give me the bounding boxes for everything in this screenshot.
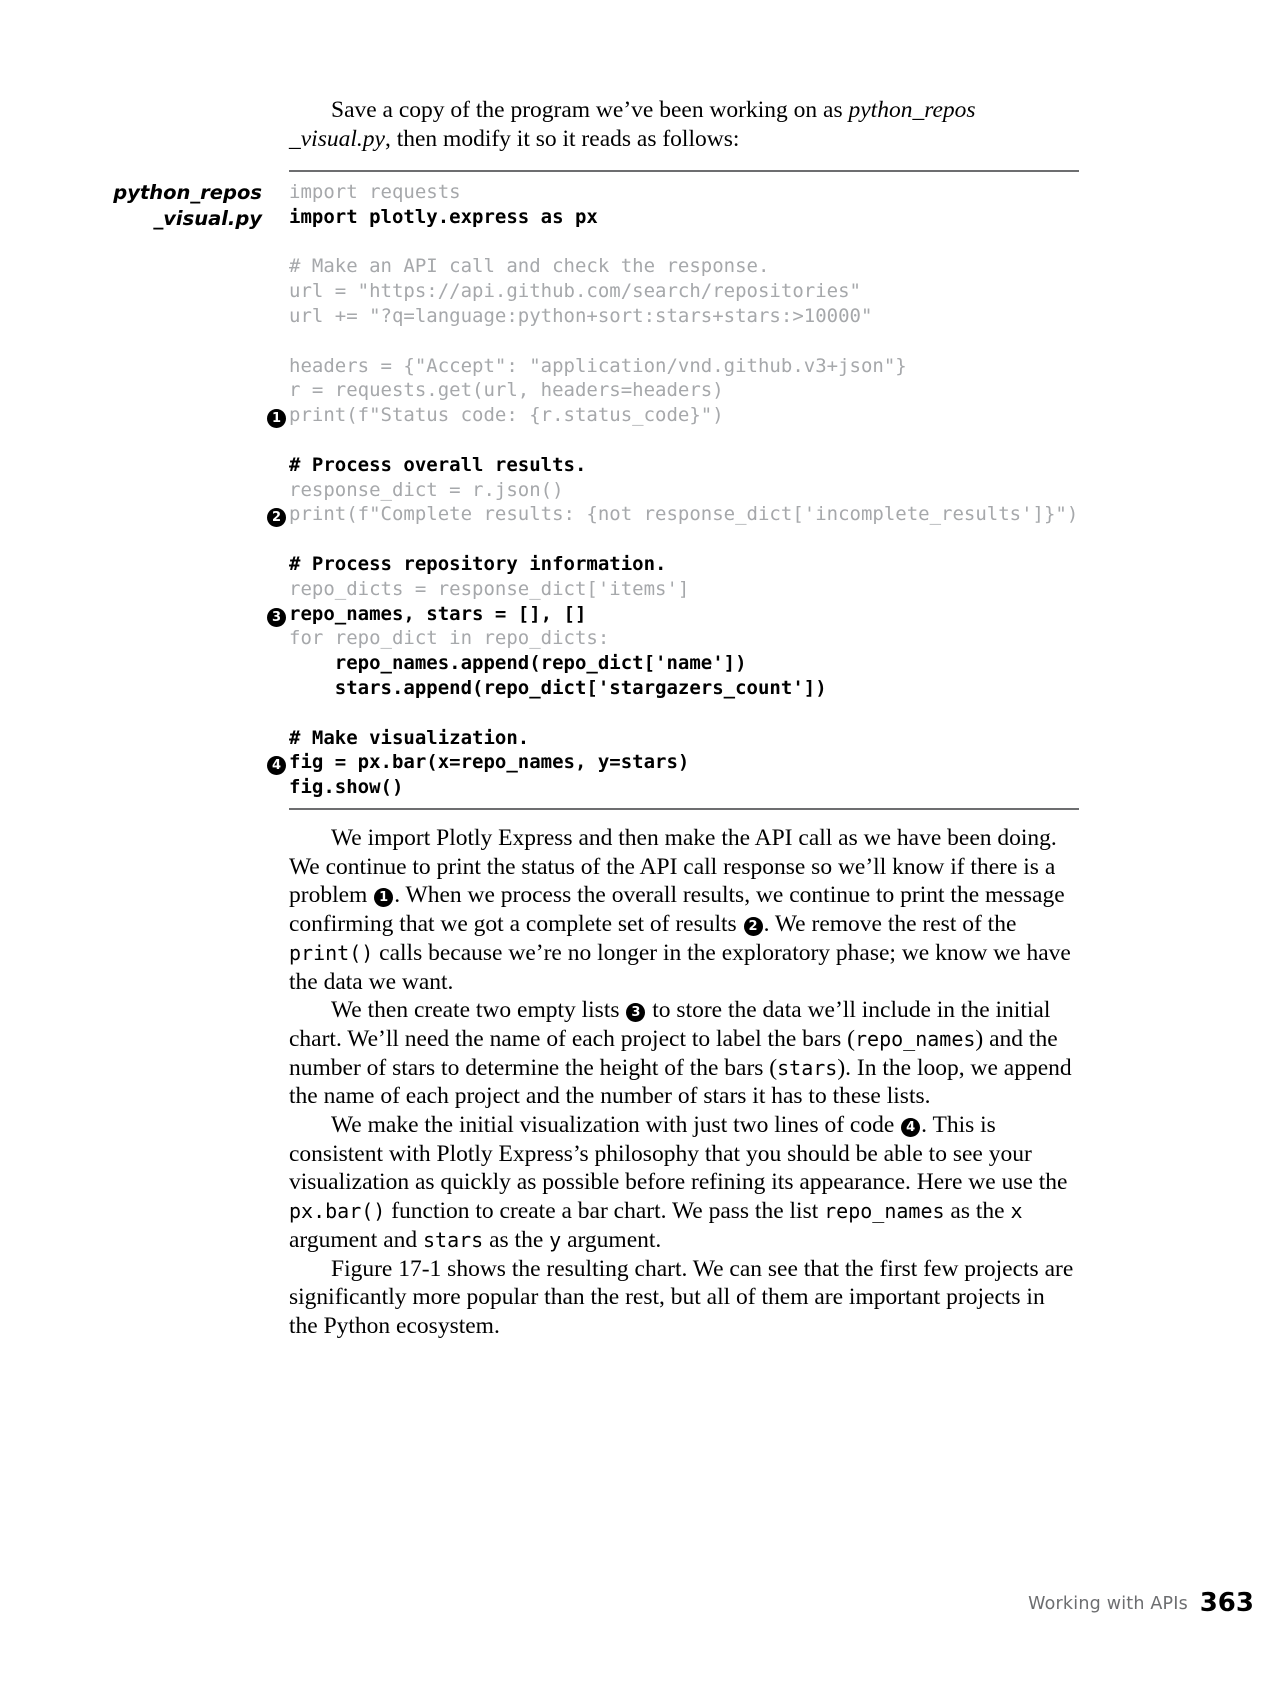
paragraph-1: We import Plotly Express and then make t… (289, 824, 1079, 996)
code-line (289, 329, 1089, 354)
callout-number: 3 (267, 607, 286, 627)
code-line-text: headers = {"Accept": "application/vnd.gi… (289, 354, 907, 377)
p3-inline-code-stars: stars (423, 1227, 484, 1252)
code-block-top-rule (289, 170, 1079, 172)
code-line: 4 fig = px.bar(x=repo_names, y=stars) (267, 750, 1089, 776)
p3-text-g: argument. (561, 1226, 662, 1253)
code-line: import plotly.express as px (289, 205, 1089, 230)
code-file-label: python_repos _visual.py (100, 180, 262, 232)
p1-text-c: . We remove the rest of the (763, 911, 1017, 938)
code-line-text: # Make an API call and check the respons… (289, 255, 770, 278)
code-line-text: import requests (289, 181, 461, 203)
code-line (289, 527, 1089, 552)
code-line: url = "https://api.github.com/search/rep… (289, 279, 1089, 304)
code-line-text: print(f"Complete results: {not response_… (289, 503, 1079, 526)
code-file-label-line2: _visual.py (153, 207, 262, 230)
code-callout-marker-4: 4 (267, 752, 287, 776)
code-line-text: repo_names.append(repo_dict['name']) (289, 652, 747, 675)
p3-inline-code-repo-names: repo_names (824, 1199, 945, 1224)
p1-inline-code-print: print() (289, 940, 374, 965)
code-line: r = requests.get(url, headers=headers) (289, 378, 1089, 403)
p2-inline-code-stars: stars (777, 1055, 838, 1080)
p3-text-c: function to create a bar chart. We pass … (385, 1198, 825, 1225)
code-callout-marker-1: 1 (267, 405, 287, 429)
p3-inline-code-pxbar: px.bar() (289, 1199, 386, 1224)
code-line-text: response_dict = r.json() (289, 478, 564, 501)
callout-marker-3: 3 (626, 1003, 646, 1023)
book-page: Save a copy of the program we’ve been wo… (0, 0, 1280, 1691)
code-line: # Process repository information. (289, 552, 1089, 577)
paragraph-3: We make the initial visualization with j… (289, 1111, 1079, 1255)
p3-inline-code-x: x (1010, 1199, 1023, 1224)
page-footer: Working with APIs 363 (0, 1588, 1280, 1628)
code-line: fig.show() (289, 775, 1089, 800)
code-line-text: # Process overall results. (289, 453, 587, 476)
code-listing: import requests import plotly.express as … (267, 180, 1089, 800)
code-line: response_dict = r.json() (289, 478, 1089, 503)
callout-marker-1: 1 (374, 888, 394, 908)
p3-text-f: as the (483, 1226, 550, 1253)
p3-text-a: We make the initial visualization with j… (331, 1112, 901, 1139)
paragraph-2: We then create two empty lists 3 to stor… (289, 996, 1079, 1111)
code-line (289, 428, 1089, 453)
code-line: # Make an API call and check the respons… (289, 254, 1089, 279)
p3-text-d: as the (944, 1198, 1011, 1225)
code-line: 2 print(f"Complete results: {not response… (267, 502, 1089, 528)
code-line-text: print(f"Status code: {r.status_code}") (289, 404, 724, 427)
callout-marker-2: 2 (743, 917, 763, 937)
code-line-text: # Make visualization. (289, 726, 530, 749)
code-line-text: fig.show() (289, 776, 404, 799)
code-line-text: r = requests.get(url, headers=headers) (289, 379, 724, 402)
code-line: for repo_dict in repo_dicts: (289, 626, 1089, 651)
footer-chapter-title: Working with APIs (1028, 1594, 1188, 1614)
code-line-text: fig = px.bar(x=repo_names, y=stars) (289, 751, 690, 774)
code-callout-marker-2: 2 (267, 504, 287, 528)
code-line: 1 print(f"Status code: {r.status_code}") (267, 403, 1089, 429)
code-line (289, 701, 1089, 726)
code-line: stars.append(repo_dict['stargazers_count… (289, 676, 1089, 701)
code-block-bottom-rule (289, 808, 1079, 810)
code-line: repo_names.append(repo_dict['name']) (289, 651, 1089, 676)
p1-text-d: calls because we’re no longer in the exp… (289, 939, 1071, 995)
callout-marker-4: 4 (901, 1118, 921, 1138)
callout-number: 2 (267, 508, 286, 528)
p3-inline-code-y: y (549, 1227, 562, 1252)
code-line-text: repo_names, stars = [], [] (289, 602, 587, 625)
footer-page-number: 363 (1199, 1588, 1254, 1618)
p2-inline-code-repo-names: repo_names (855, 1026, 976, 1051)
code-line-text: url += "?q=language:python+sort:stars+st… (289, 304, 873, 327)
p3-text-e: argument and (289, 1226, 424, 1253)
intro-text-part2: , then modify it so it reads as follows: (384, 126, 740, 152)
p4-text: Figure 17-1 shows the resulting chart. W… (289, 1255, 1074, 1339)
code-line: url += "?q=language:python+sort:stars+st… (289, 304, 1089, 329)
code-line: # Process overall results. (289, 453, 1089, 478)
callout-number: 4 (267, 756, 286, 776)
code-line-text: url = "https://api.github.com/search/rep… (289, 280, 861, 303)
code-line-text: stars.append(repo_dict['stargazers_count… (289, 676, 827, 699)
code-line: repo_dicts = response_dict['items'] (289, 577, 1089, 602)
callout-number: 1 (267, 409, 286, 429)
intro-text-part1: Save a copy of the program we’ve been wo… (331, 97, 849, 123)
code-file-label-line1: python_repos (113, 181, 262, 204)
code-line-text: repo_dicts = response_dict['items'] (289, 577, 690, 600)
code-line-text: # Process repository information. (289, 552, 667, 575)
intro-paragraph: Save a copy of the program we’ve been wo… (289, 96, 1079, 154)
code-line: # Make visualization. (289, 726, 1089, 751)
code-line-text: for repo_dict in repo_dicts: (289, 627, 610, 650)
code-line: headers = {"Accept": "application/vnd.gi… (289, 354, 1089, 379)
code-line: import requests (289, 180, 1089, 205)
p2-text-a: We then create two empty lists (331, 997, 626, 1024)
code-line (289, 230, 1089, 255)
body-text: We import Plotly Express and then make t… (289, 824, 1079, 1341)
paragraph-4: Figure 17-1 shows the resulting chart. W… (289, 1255, 1079, 1341)
code-callout-marker-3: 3 (267, 604, 287, 627)
code-line: 3 repo_names, stars = [], [] (267, 602, 1089, 627)
code-line-text: import plotly.express as px (289, 205, 598, 228)
